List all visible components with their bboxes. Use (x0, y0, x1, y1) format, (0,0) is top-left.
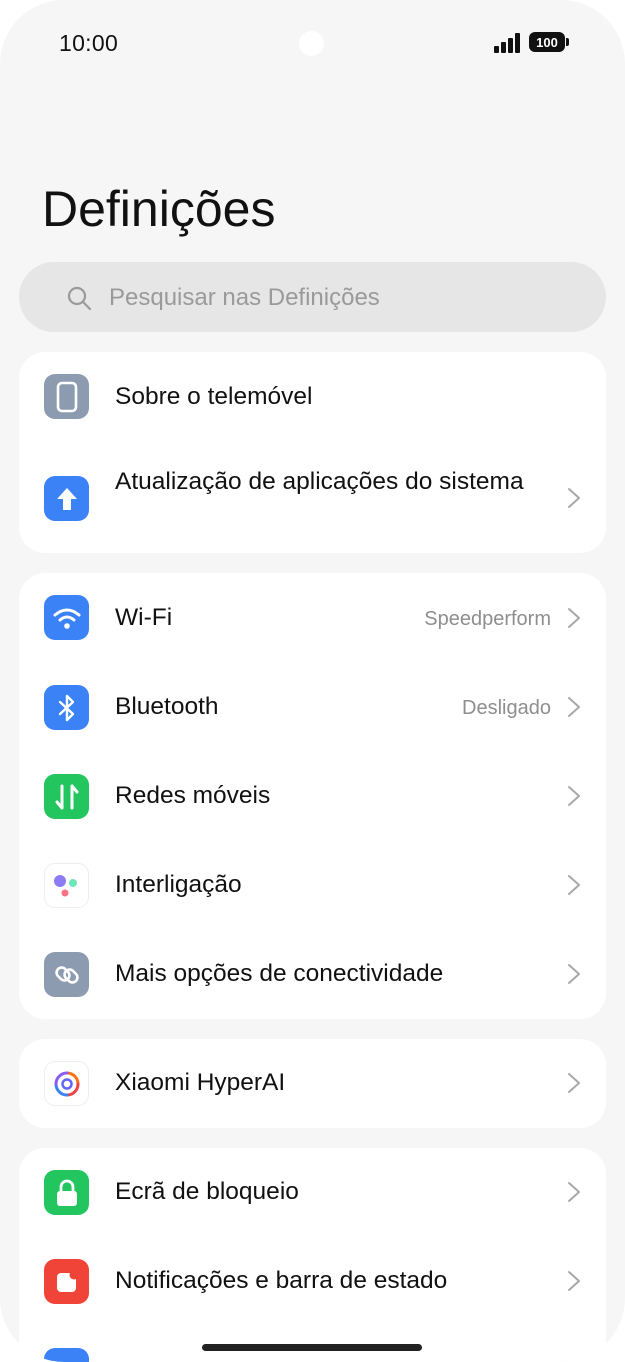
home-screen-icon (44, 1348, 89, 1362)
settings-item-notifications-status-bar[interactable]: Notificações e barra de estado (19, 1237, 606, 1326)
chevron-right-icon (568, 1073, 580, 1093)
search-placeholder: Pesquisar nas Definições (109, 284, 380, 311)
status-time: 10:00 (59, 30, 119, 56)
gesture-navigation-bar[interactable] (202, 1344, 422, 1351)
chevron-right-icon (568, 608, 580, 628)
chevron-right-icon (568, 488, 580, 508)
phone-icon (44, 374, 89, 419)
hyperai-icon (44, 1061, 89, 1106)
settings-screen: 10:00 100 Definições Pesquisar nas Defin… (0, 0, 625, 1362)
chevron-right-icon (568, 697, 580, 717)
bluetooth-icon (44, 685, 89, 730)
settings-group-connectivity: Wi-Fi Speedperform Bluetooth Desligado R… (19, 573, 606, 1019)
status-bar: 10:00 100 (0, 0, 625, 88)
settings-item-wifi[interactable]: Wi-Fi Speedperform (19, 573, 606, 663)
update-arrow-icon (44, 476, 89, 521)
chevron-right-icon (568, 1182, 580, 1202)
settings-item-label: Sobre o telemóvel (115, 383, 313, 410)
bluetooth-status: Desligado (462, 697, 551, 719)
settings-item-mobile-networks[interactable]: Redes móveis (19, 752, 606, 841)
wifi-network-name: Speedperform (424, 608, 551, 630)
settings-item-interconnect[interactable]: Interligação (19, 841, 606, 930)
settings-item-lock-screen[interactable]: Ecrã de bloqueio (19, 1148, 606, 1237)
settings-item-more-connectivity[interactable]: Mais opções de conectividade (19, 930, 606, 1019)
settings-item-label: Xiaomi HyperAI (115, 1069, 286, 1096)
settings-group-ai: Xiaomi HyperAI (19, 1039, 606, 1128)
battery-icon: 100 (529, 32, 569, 52)
settings-item-label: Wi-Fi (115, 604, 173, 631)
search-icon (67, 286, 92, 311)
settings-item-label: Notificações e barra de estado (115, 1267, 448, 1294)
settings-item-about-phone[interactable]: Sobre o telemóvel (19, 352, 606, 442)
settings-item-system-app-updates[interactable]: Atualização de aplicações do sistema (19, 442, 606, 553)
settings-item-label: Redes móveis (115, 782, 271, 809)
settings-item-bluetooth[interactable]: Bluetooth Desligado (19, 663, 606, 752)
settings-item-label: Atualização de aplicações do sistema (115, 468, 524, 495)
front-camera (299, 31, 324, 56)
settings-item-label: Bluetooth (115, 693, 219, 720)
settings-group-display: Ecrã de bloqueio Notificações e barra de… (19, 1148, 606, 1362)
page-title: Definições (42, 181, 276, 237)
interconnect-icon (44, 863, 89, 908)
chevron-right-icon (568, 1271, 580, 1291)
settings-item-label: Mais opções de conectividade (115, 960, 444, 987)
chevron-right-icon (568, 875, 580, 895)
mobile-data-icon (44, 774, 89, 819)
wifi-icon (44, 595, 89, 640)
settings-item-label: Ecrã de bloqueio (115, 1178, 299, 1205)
search-input[interactable]: Pesquisar nas Definições (19, 262, 606, 332)
chevron-right-icon (568, 786, 580, 806)
chevron-right-icon (568, 964, 580, 984)
link-icon (44, 952, 89, 997)
signal-icon (494, 33, 522, 53)
lock-icon (44, 1170, 89, 1215)
settings-group-device: Sobre o telemóvel Atualização de aplicaç… (19, 352, 606, 553)
settings-item-hyperai[interactable]: Xiaomi HyperAI (19, 1039, 606, 1128)
settings-item-label: Interligação (115, 871, 242, 898)
notification-icon (44, 1259, 89, 1304)
battery-level: 100 (536, 34, 558, 50)
